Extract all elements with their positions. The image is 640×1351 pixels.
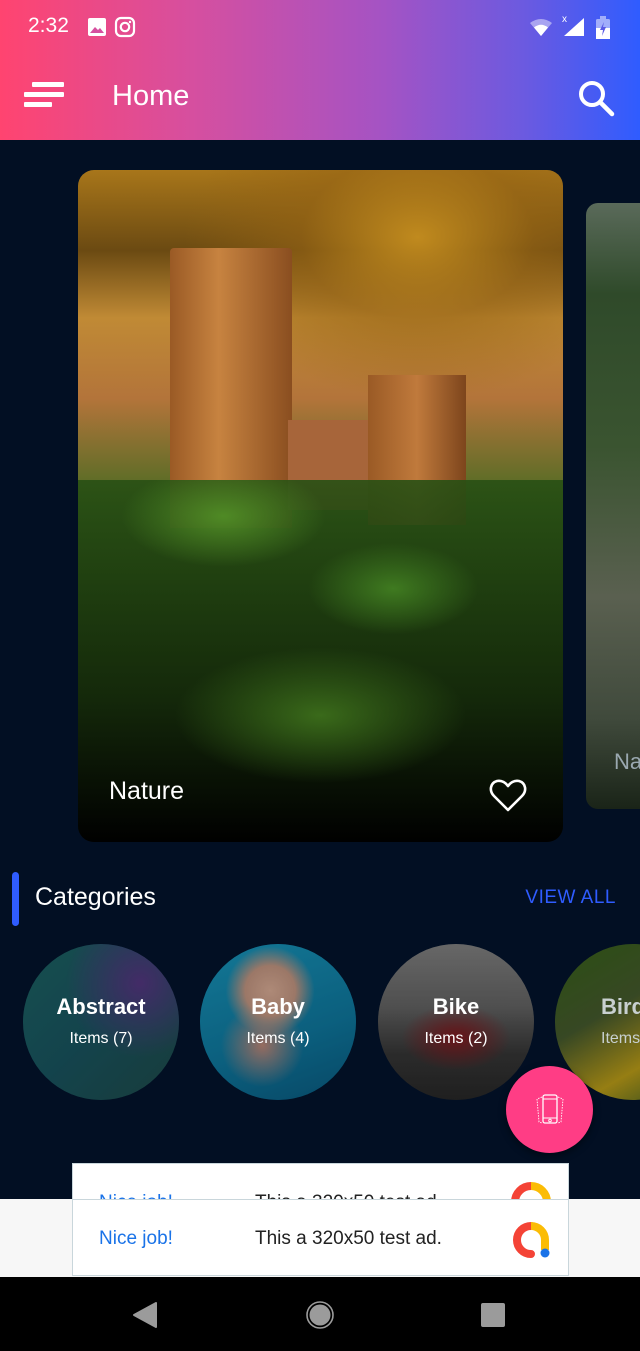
instagram-icon [114, 16, 136, 43]
app-bar: 2:32 x Home [0, 0, 640, 140]
category-item-abstract[interactable]: Abstract Items (7) [23, 944, 179, 1100]
signal-icon: x [560, 12, 586, 43]
featured-card-next[interactable]: Nature [586, 203, 640, 809]
category-count: Items (2) [424, 1030, 488, 1047]
search-button[interactable] [574, 76, 618, 120]
category-item-baby[interactable]: Baby Items (4) [200, 944, 356, 1100]
menu-button[interactable] [22, 78, 66, 114]
categories-title: Categories [35, 883, 156, 911]
category-count: Items (4) [246, 1030, 310, 1047]
ad-banner[interactable]: Nice job! This a 320x50 test ad. [72, 1199, 569, 1276]
svg-text:x: x [562, 14, 567, 25]
home-icon [306, 1301, 334, 1329]
favorite-button[interactable] [488, 775, 528, 815]
rotate-fab-button[interactable] [506, 1066, 593, 1153]
ad-logo-icon [511, 1220, 551, 1265]
image-icon [87, 17, 107, 42]
category-name: Birds [601, 994, 640, 1019]
category-name: Bike [432, 994, 480, 1019]
nav-home-button[interactable] [300, 1295, 340, 1335]
page-title: Home [112, 80, 190, 112]
category-name: Abstract [56, 994, 146, 1019]
featured-card-title: Nature [109, 777, 185, 805]
wifi-icon [529, 18, 553, 43]
category-count: Items (7) [69, 1030, 133, 1047]
category-item-bike[interactable]: Bike Items (2) [378, 944, 534, 1100]
search-icon [579, 81, 615, 117]
ad-banner-back[interactable]: Nice job! This a 320x50 test ad. [72, 1163, 569, 1203]
phone-rotate-icon [536, 1094, 564, 1124]
ad-text: This a 320x50 test ad. [255, 1228, 442, 1249]
recents-icon [481, 1303, 505, 1327]
status-bar: 2:32 x [0, 0, 640, 56]
categories-header: Categories VIEW ALL [0, 870, 640, 930]
category-count: Items [601, 1030, 640, 1047]
screen: 2:32 x Home Nature Na Categories VIEW AL… [0, 0, 640, 1351]
ad-headline: Nice job! [99, 1228, 173, 1249]
featured-card-next-title: Nature [614, 749, 640, 774]
nav-recents-button[interactable] [473, 1295, 513, 1335]
back-icon [133, 1302, 157, 1328]
system-nav-bar [0, 1277, 640, 1351]
battery-charging-icon [595, 16, 611, 45]
nav-back-button[interactable] [130, 1295, 170, 1335]
status-time: 2:32 [28, 14, 69, 37]
heart-icon [489, 779, 527, 812]
featured-card[interactable]: Nature [78, 170, 563, 842]
section-accent-bar [12, 872, 19, 926]
category-name: Baby [251, 994, 305, 1019]
toolbar: Home [0, 56, 640, 140]
menu-icon [24, 82, 64, 107]
view-all-button[interactable]: VIEW ALL [525, 887, 616, 909]
featured-carousel[interactable]: Nature Nature [0, 140, 640, 855]
